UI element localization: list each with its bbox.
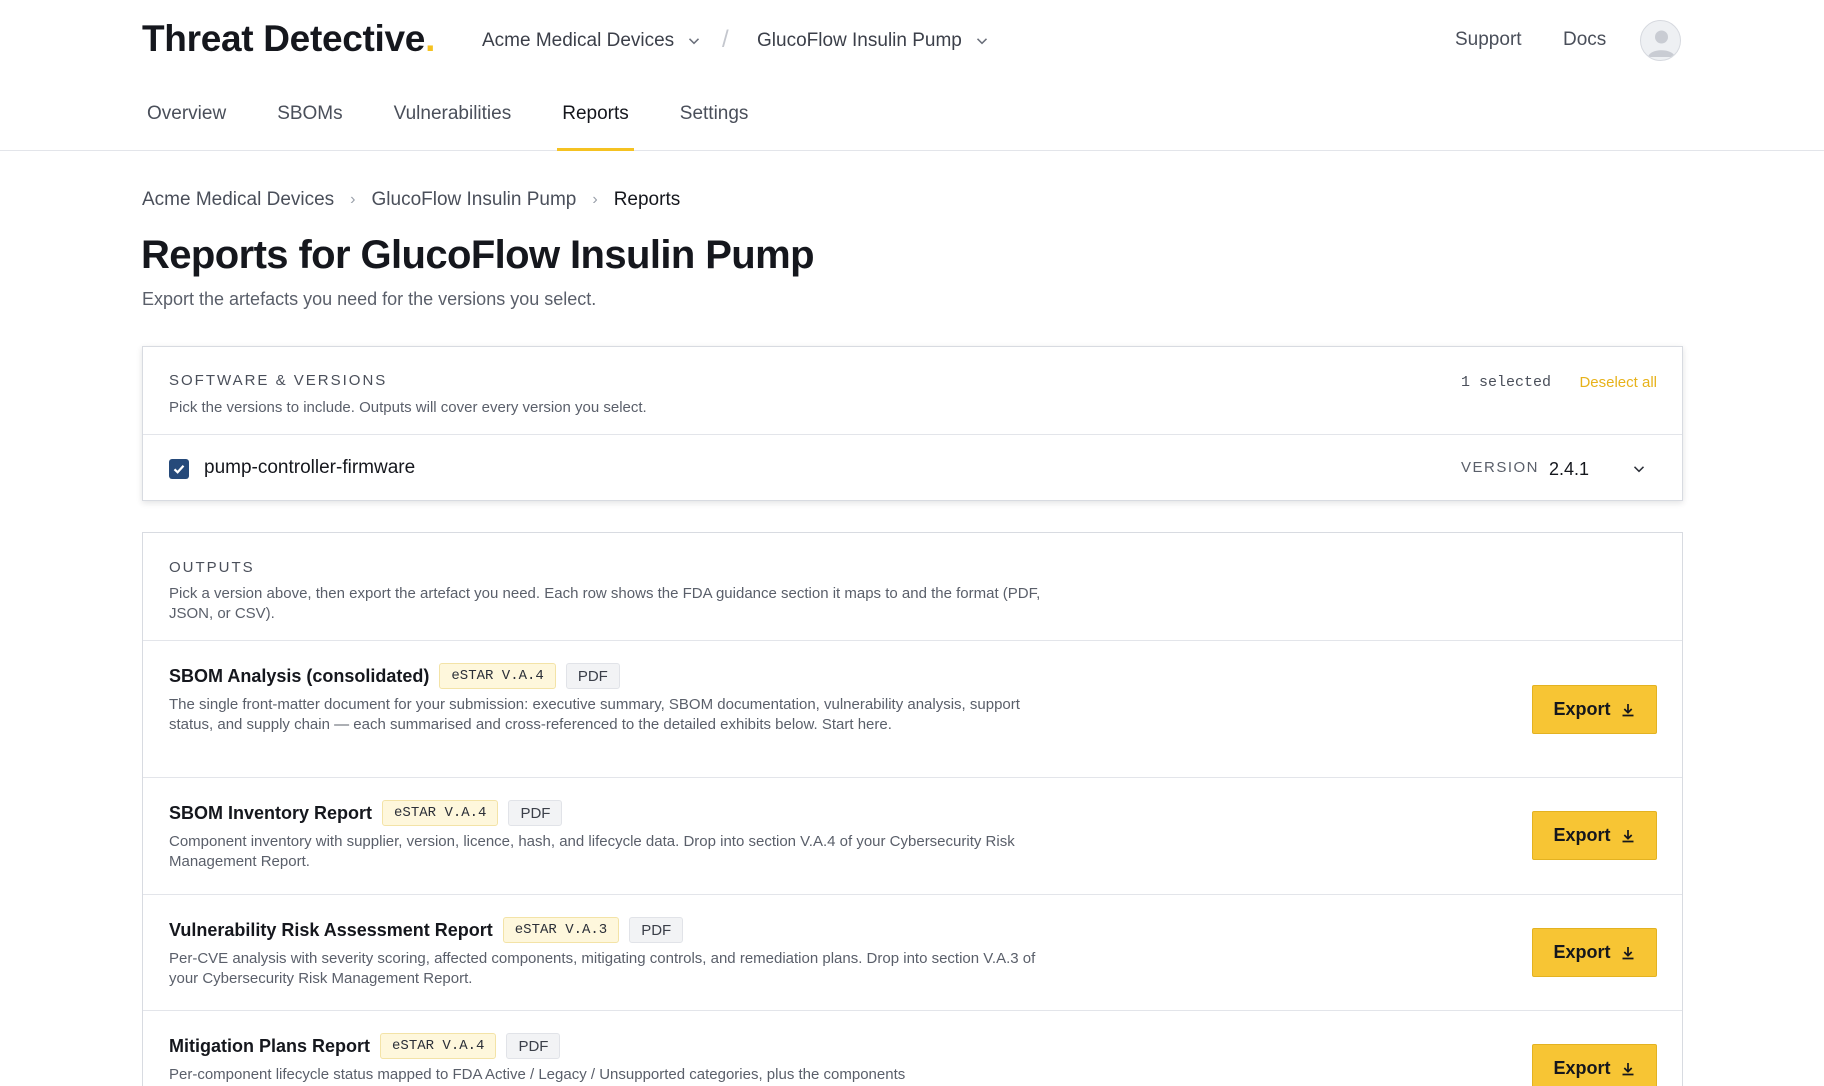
software-versions-card: SOFTWARE & VERSIONS Pick the versions to… [142,346,1683,501]
format-tag: PDF [629,917,684,943]
product-switcher-label: GlucoFlow Insulin Pump [757,30,962,51]
tab-overview[interactable]: Overview [142,88,231,151]
section-description: Pick the versions to include. Outputs wi… [169,399,647,416]
output-description: Component inventory with supplier, versi… [169,833,1015,870]
output-row: SBOM Analysis (consolidated) eSTAR V.A.4… [143,641,1682,778]
export-button[interactable]: Export [1532,1044,1657,1086]
download-icon [1622,1062,1633,1075]
output-title-line: Vulnerability Risk Assessment Report eST… [169,917,693,943]
output-description: The single front-matter document for you… [169,696,1020,733]
org-switcher-label: Acme Medical Devices [482,30,675,51]
breadcrumb: Acme Medical Devices › GlucoFlow Insulin… [142,189,680,211]
software-row: pump-controller-firmware VERSION 2.4.1 [143,434,1682,501]
tab-reports[interactable]: Reports [557,88,634,151]
output-row: Mitigation Plans Report eSTAR V.A.4 PDF … [143,1011,1682,1086]
section-description: Pick a version above, then export the ar… [169,585,1041,622]
output-title: Vulnerability Risk Assessment Report [169,919,493,940]
download-icon [1622,829,1633,842]
chevron-down-icon [976,38,987,45]
user-avatar[interactable] [1640,20,1681,61]
output-title-line: SBOM Analysis (consolidated) eSTAR V.A.4… [169,663,630,689]
breadcrumb-org[interactable]: Acme Medical Devices [142,189,334,211]
breadcrumb-separator: › [350,191,356,208]
org-switcher[interactable]: Acme Medical Devices [482,28,700,54]
tab-settings[interactable]: Settings [675,88,754,151]
section-tabs: Overview SBOMs Vulnerabilities Reports S… [142,88,794,151]
output-title: Mitigation Plans Report [169,1035,371,1056]
export-button[interactable]: Export [1532,685,1657,734]
outputs-header: OUTPUTS Pick a version above, then expor… [143,533,1682,641]
estar-tag: eSTAR V.A.4 [382,800,499,826]
checkmark-icon [173,465,185,474]
software-name: pump-controller-firmware [204,457,416,478]
export-label: Export [1553,942,1611,962]
format-tag: PDF [506,1033,561,1059]
output-title-line: SBOM Inventory Report eSTAR V.A.4 PDF [169,800,572,826]
export-label: Export [1553,1058,1611,1078]
support-link[interactable]: Support [1455,29,1522,51]
page-title: Reports for GlucoFlow Insulin Pump [141,233,815,277]
product-switcher[interactable]: GlucoFlow Insulin Pump [757,28,988,54]
chevron-down-icon [689,38,700,45]
format-tag: PDF [565,663,620,689]
chevron-down-icon [1633,466,1645,473]
selected-count: 1 selected [1460,374,1551,391]
breadcrumb-product[interactable]: GlucoFlow Insulin Pump [372,189,577,211]
estar-tag: eSTAR V.A.4 [439,663,556,689]
export-label: Export [1553,699,1611,719]
deselect-all-link[interactable]: Deselect all [1579,374,1657,391]
output-title-line: Mitigation Plans Report eSTAR V.A.4 PDF [169,1033,570,1059]
format-tag: PDF [508,800,563,826]
download-icon [1622,946,1633,959]
estar-tag: eSTAR V.A.3 [502,917,620,943]
app-logo[interactable]: Threat Detective. [142,18,435,60]
breadcrumb-current: Reports [613,189,681,210]
export-button[interactable]: Export [1532,811,1657,860]
export-button[interactable]: Export [1532,928,1657,977]
output-title: SBOM Analysis (consolidated) [169,665,430,686]
docs-link[interactable]: Docs [1563,29,1606,51]
tab-vulnerabilities[interactable]: Vulnerabilities [389,88,517,151]
output-row: SBOM Inventory Report eSTAR V.A.4 PDF Co… [143,778,1682,895]
output-row: Vulnerability Risk Assessment Report eST… [143,895,1682,1011]
section-label: OUTPUTS [169,559,255,576]
page-subtitle: Export the artefacts you need for the ve… [142,289,597,309]
breadcrumb-separator: › [592,191,598,208]
section-label: SOFTWARE & VERSIONS [169,372,388,389]
version-value: 2.4.1 [1549,458,1590,479]
export-label: Export [1553,825,1611,845]
estar-tag: eSTAR V.A.4 [380,1033,497,1059]
outputs-card: OUTPUTS Pick a version above, then expor… [142,532,1683,1086]
context-separator: / [722,26,729,53]
output-description: Per-component lifecycle status mapped to… [169,1066,906,1083]
version-select[interactable]: 2.4.1 [1533,449,1663,489]
user-icon [1648,30,1675,57]
software-checkbox[interactable] [169,459,189,479]
download-icon [1622,703,1633,716]
version-label: VERSION [1461,459,1540,476]
output-title: SBOM Inventory Report [169,802,373,823]
top-navigation-bar: Threat Detective. Acme Medical Devices /… [0,0,1824,151]
output-description: Per-CVE analysis with severity scoring, … [169,950,1036,987]
logo-dot: . [425,18,436,59]
tab-sboms[interactable]: SBOMs [272,88,347,151]
